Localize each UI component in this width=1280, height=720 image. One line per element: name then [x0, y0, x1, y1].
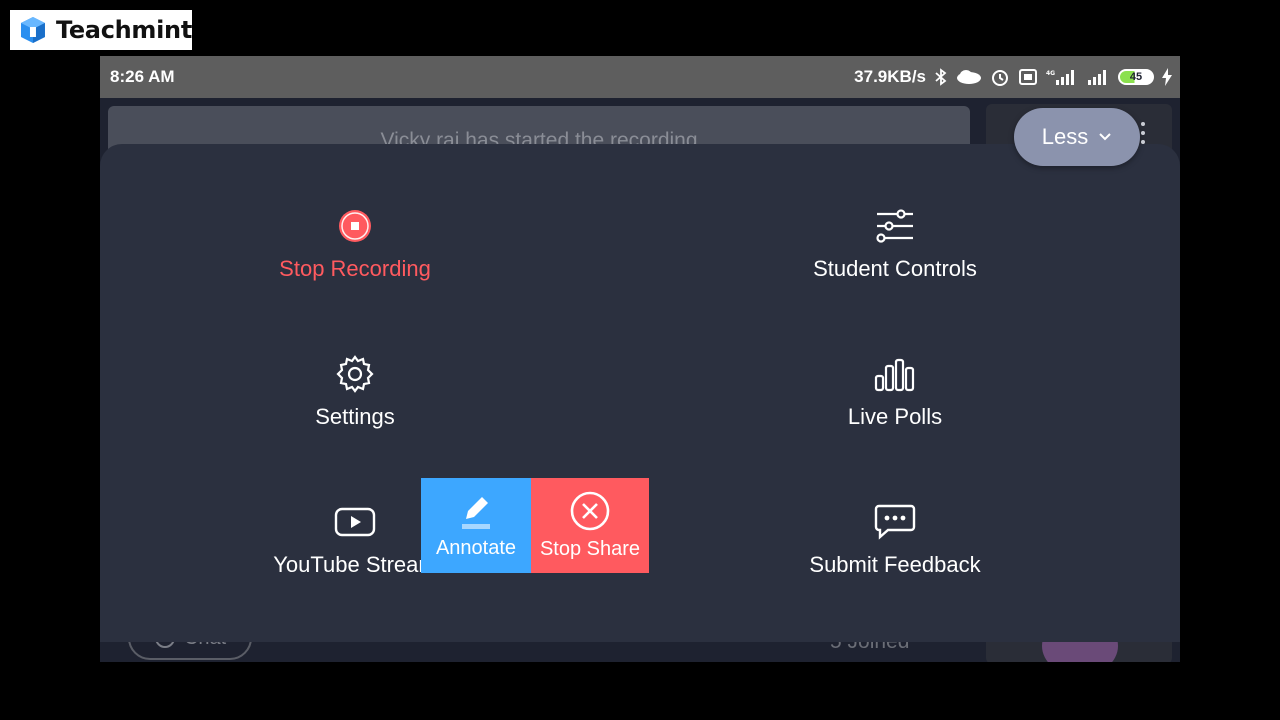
brand-name: Teachmint: [55, 16, 192, 44]
student-controls-label: Student Controls: [813, 256, 977, 281]
sim-icon: [1018, 68, 1038, 86]
battery-level: 45: [1129, 71, 1143, 83]
alarm-icon: [990, 67, 1010, 87]
submit-feedback-button[interactable]: Submit Feedback: [745, 500, 1045, 600]
less-label: Less: [1041, 124, 1089, 149]
live-polls-label: Live Polls: [847, 404, 943, 429]
annotate-label: Annotate: [435, 537, 517, 559]
sliders-icon: [873, 204, 917, 248]
status-time: 8:26 AM: [110, 67, 175, 86]
live-polls-button[interactable]: Live Polls: [745, 352, 1045, 452]
charging-icon: [1162, 68, 1172, 86]
battery-icon: 45: [1118, 69, 1154, 85]
youtube-stream-label: YouTube Stream: [273, 552, 437, 577]
youtube-icon: [333, 500, 377, 544]
stop-record-icon: [333, 204, 377, 248]
network-4g-label: 4G: [1046, 70, 1055, 77]
poll-bars-icon: [873, 352, 917, 396]
settings-label: Settings: [315, 404, 395, 429]
less-button[interactable]: Less: [1014, 108, 1140, 166]
status-icons: 37.9KB/s 4G 45: [854, 67, 1172, 87]
pencil-icon: [462, 497, 490, 529]
phone-screen: 8:26 AM 37.9KB/s 4G 45 Vicky rai has sta…: [100, 56, 1180, 662]
cloud-icon: [956, 69, 982, 85]
more-vert-icon[interactable]: [1140, 122, 1146, 144]
stop-recording-button[interactable]: Stop Recording: [205, 204, 505, 304]
signal-icon: [1086, 68, 1110, 86]
settings-button[interactable]: Settings: [205, 352, 505, 452]
gear-icon: [333, 352, 377, 396]
bluetooth-icon: [934, 68, 948, 86]
teachmint-cube-icon: [20, 17, 45, 43]
stop-recording-label: Stop Recording: [279, 256, 431, 281]
net-speed: 37.9KB/s: [854, 67, 926, 86]
status-bar: 8:26 AM 37.9KB/s 4G 45: [100, 56, 1180, 98]
submit-feedback-label: Submit Feedback: [809, 552, 981, 577]
chevron-down-icon: [1099, 133, 1111, 141]
stop-share-label: Stop Share: [539, 538, 641, 560]
screen-share-toolbar: Annotate Stop Share: [421, 478, 649, 573]
stop-share-button[interactable]: Stop Share: [531, 478, 649, 573]
feedback-chat-icon: [873, 500, 917, 544]
teachmint-logo: Teachmint: [10, 10, 192, 50]
student-controls-button[interactable]: Student Controls: [745, 204, 1045, 304]
signal-4g-icon: 4G: [1046, 68, 1078, 86]
annotate-button[interactable]: Annotate: [421, 478, 531, 573]
close-circle-icon: [570, 491, 610, 531]
